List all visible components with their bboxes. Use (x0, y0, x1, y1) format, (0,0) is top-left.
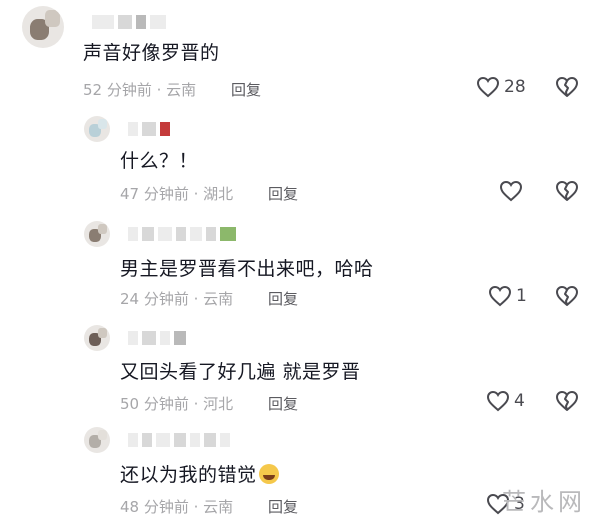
comment-text: 还以为我的错觉 (120, 460, 279, 487)
like-count: 28 (504, 77, 526, 97)
reply-button[interactable]: 回复 (231, 79, 261, 100)
like-button[interactable]: 4 (486, 390, 525, 412)
username-redacted[interactable] (92, 14, 166, 30)
comment-meta: 24 分钟前 · 云南 (120, 290, 234, 308)
like-count: 1 (516, 286, 527, 306)
avatar[interactable] (84, 221, 110, 247)
comment-text: 声音好像罗晋的 (83, 42, 220, 64)
comment-time: 24 分钟前 (120, 290, 189, 308)
avatar[interactable] (84, 427, 110, 453)
username-redacted[interactable] (128, 226, 236, 242)
comment-meta: 47 分钟前 · 湖北 (120, 185, 234, 203)
broken-heart-icon (556, 181, 578, 201)
like-button[interactable]: 1 (488, 285, 527, 307)
avatar[interactable] (22, 6, 64, 48)
dislike-button[interactable] (555, 390, 579, 416)
comment-location: 湖北 (203, 185, 234, 203)
username-redacted[interactable] (128, 121, 170, 137)
avatar[interactable] (84, 116, 110, 142)
comment-location: 河北 (203, 395, 234, 413)
heart-icon (488, 285, 512, 307)
dislike-button[interactable] (555, 76, 579, 102)
comment-text: 又回头看了好几遍 就是罗晋 (120, 361, 361, 383)
broken-heart-icon (556, 286, 578, 306)
reply-button[interactable]: 回复 (268, 496, 298, 517)
comment-meta: 50 分钟前 · 河北 (120, 395, 234, 413)
comment-meta: 48 分钟前 · 云南 (120, 498, 234, 516)
username-redacted[interactable] (128, 330, 186, 346)
like-count: 4 (514, 391, 525, 411)
comment-time: 52 分钟前 (83, 81, 152, 99)
broken-heart-icon (556, 391, 578, 411)
reply-button[interactable]: 回复 (268, 183, 298, 204)
like-button[interactable]: 28 (476, 76, 526, 98)
dislike-button[interactable] (555, 285, 579, 311)
comment-text: 什么？！ (120, 150, 199, 172)
heart-icon (476, 76, 500, 98)
comment-time: 48 分钟前 (120, 498, 189, 516)
comment-time: 47 分钟前 (120, 185, 189, 203)
reply-button[interactable]: 回复 (268, 288, 298, 309)
crying-laughing-emoji (258, 464, 279, 484)
heart-icon (499, 180, 523, 202)
comment-location: 云南 (166, 81, 197, 99)
comment-meta: 52 分钟前 · 云南 (83, 81, 197, 99)
like-button[interactable] (499, 180, 527, 202)
site-watermark: 芒水网 (502, 488, 586, 516)
dislike-button[interactable] (555, 180, 579, 206)
comment-location: 云南 (203, 498, 234, 516)
reply-button[interactable]: 回复 (268, 393, 298, 414)
heart-icon (486, 390, 510, 412)
comment-time: 50 分钟前 (120, 395, 189, 413)
comment-text-content: 还以为我的错觉 (120, 464, 257, 486)
broken-heart-icon (556, 77, 578, 97)
avatar[interactable] (84, 325, 110, 351)
username-redacted[interactable] (128, 432, 230, 448)
comment-text: 男主是罗晋看不出来吧，哈哈 (120, 258, 374, 280)
comment-location: 云南 (203, 290, 234, 308)
